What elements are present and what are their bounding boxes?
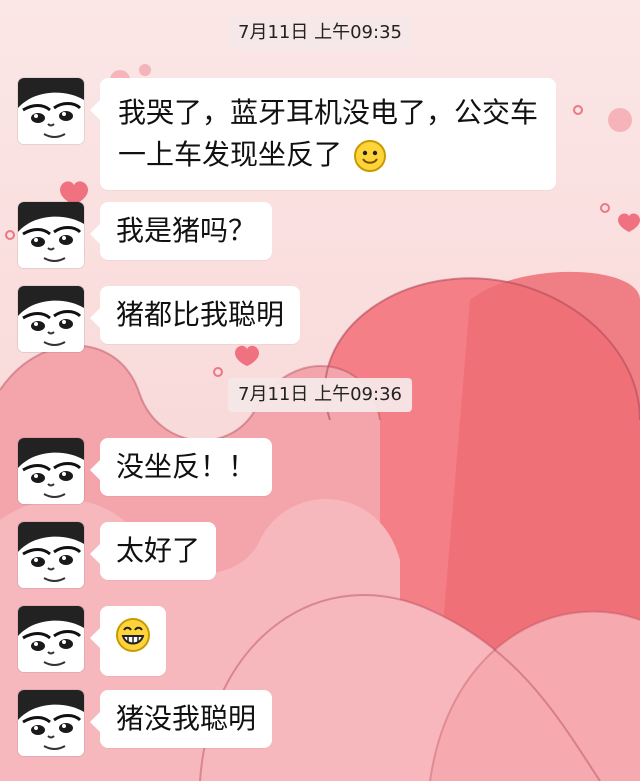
grin-face-icon: [116, 618, 150, 652]
avatar-face-icon: [18, 438, 84, 504]
avatar-face-icon: [18, 606, 84, 672]
avatar[interactable]: [18, 438, 84, 504]
avatar[interactable]: [18, 202, 84, 268]
smile-face-icon: [353, 140, 386, 172]
message-row: 猪没我聪明: [18, 690, 273, 756]
message-bubble[interactable]: 我哭了，蓝牙耳机没电了，公交车一上车发现坐反了: [90, 78, 556, 190]
message-row: 我哭了，蓝牙耳机没电了，公交车一上车发现坐反了: [18, 78, 556, 190]
message-bubble[interactable]: 太好了: [89, 522, 217, 580]
message-bubble[interactable]: 我是猪吗？: [89, 202, 273, 260]
avatar-face-icon: [18, 78, 84, 144]
avatar[interactable]: [18, 690, 84, 756]
avatar-face-icon: [18, 286, 84, 352]
message-row: [18, 606, 166, 676]
message-text: 猪都比我聪明: [116, 298, 285, 331]
avatar[interactable]: [18, 286, 84, 352]
message-bubble[interactable]: [90, 606, 166, 676]
message-bubble[interactable]: 猪没我聪明: [89, 690, 273, 748]
message-text: 没坐反！！: [116, 450, 257, 483]
message-text: 猪没我聪明: [116, 702, 257, 735]
chat-layer: 7月11日 上午09:35 7月11日 上午09:36 我哭了，蓝牙耳机没电了，…: [0, 0, 640, 781]
message-text: 太好了: [116, 534, 201, 567]
avatar-face-icon: [18, 202, 84, 268]
timestamp-1: 7月11日 上午09:35: [228, 16, 412, 50]
message-text: 我哭了，蓝牙耳机没电了，公交车一上车发现坐反了: [118, 96, 539, 171]
avatar[interactable]: [18, 522, 84, 588]
avatar[interactable]: [18, 606, 84, 672]
message-bubble[interactable]: 猪都比我聪明: [89, 286, 301, 344]
message-row: 没坐反！！: [18, 438, 273, 504]
message-bubble[interactable]: 没坐反！！: [89, 438, 273, 496]
avatar-face-icon: [18, 690, 84, 756]
message-row: 猪都比我聪明: [18, 286, 301, 352]
avatar-face-icon: [18, 522, 84, 588]
message-row: 我是猪吗？: [18, 202, 273, 268]
avatar[interactable]: [18, 78, 84, 144]
message-row: 太好了: [18, 522, 217, 588]
message-text: 我是猪吗？: [116, 214, 257, 247]
timestamp-2: 7月11日 上午09:36: [228, 378, 412, 412]
